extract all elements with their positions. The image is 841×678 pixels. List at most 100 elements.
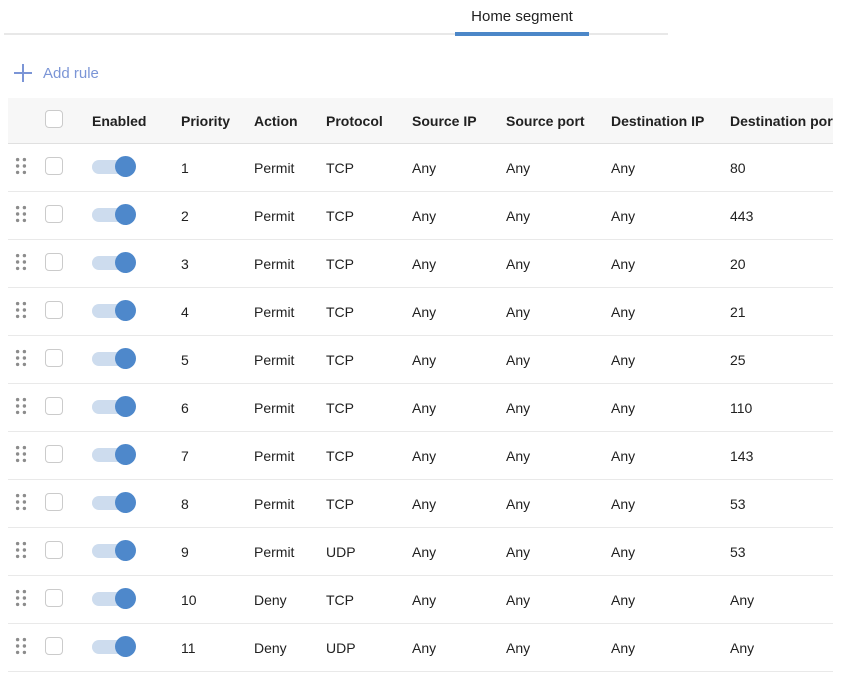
- cell-priority: 9: [173, 544, 246, 560]
- drag-handle-icon[interactable]: [15, 589, 27, 607]
- rules-table: Enabled Priority Action Protocol Source …: [8, 98, 833, 672]
- cell-action: Permit: [246, 544, 318, 560]
- cell-destination-port: 25: [722, 352, 833, 368]
- drag-handle-icon[interactable]: [15, 397, 27, 415]
- row-checkbox[interactable]: [45, 589, 63, 607]
- cell-destination-port: 53: [722, 496, 833, 512]
- cell-destination-ip: Any: [603, 544, 722, 560]
- table-row: 4 Permit TCP Any Any Any 21: [8, 288, 833, 336]
- row-checkbox[interactable]: [45, 397, 63, 415]
- enabled-toggle[interactable]: [92, 300, 136, 321]
- cell-source-port: Any: [498, 352, 603, 368]
- table-row: 7 Permit TCP Any Any Any 143: [8, 432, 833, 480]
- plus-icon: [14, 64, 32, 82]
- cell-destination-ip: Any: [603, 160, 722, 176]
- row-checkbox[interactable]: [45, 205, 63, 223]
- row-checkbox[interactable]: [45, 157, 63, 175]
- cell-destination-ip: Any: [603, 592, 722, 608]
- cell-source-port: Any: [498, 592, 603, 608]
- cell-source-port: Any: [498, 304, 603, 320]
- column-header-enabled: Enabled: [84, 113, 173, 129]
- enabled-toggle[interactable]: [92, 540, 136, 561]
- cell-priority: 3: [173, 256, 246, 272]
- add-rule-label: Add rule: [43, 65, 99, 82]
- drag-handle-icon[interactable]: [15, 541, 27, 559]
- table-row: 3 Permit TCP Any Any Any 20: [8, 240, 833, 288]
- tab-bar: Home segment: [0, 0, 841, 36]
- enabled-toggle[interactable]: [92, 348, 136, 369]
- cell-source-ip: Any: [404, 304, 498, 320]
- drag-handle-icon[interactable]: [15, 157, 27, 175]
- active-tab-indicator: [455, 32, 589, 36]
- table-row: 1 Permit TCP Any Any Any 80: [8, 144, 833, 192]
- cell-action: Deny: [246, 640, 318, 656]
- row-checkbox[interactable]: [45, 253, 63, 271]
- drag-handle-icon[interactable]: [15, 445, 27, 463]
- table-row: 5 Permit TCP Any Any Any 25: [8, 336, 833, 384]
- cell-source-port: Any: [498, 544, 603, 560]
- drag-handle-icon[interactable]: [15, 637, 27, 655]
- drag-handle-icon[interactable]: [15, 253, 27, 271]
- row-checkbox[interactable]: [45, 349, 63, 367]
- cell-destination-port: 20: [722, 256, 833, 272]
- cell-source-ip: Any: [404, 352, 498, 368]
- toggle-thumb: [115, 348, 136, 369]
- column-header-destination-ip: Destination IP: [603, 113, 722, 129]
- add-rule-button[interactable]: Add rule: [14, 60, 99, 86]
- cell-destination-port: 143: [722, 448, 833, 464]
- row-checkbox[interactable]: [45, 637, 63, 655]
- cell-destination-port: 443: [722, 208, 833, 224]
- cell-action: Permit: [246, 304, 318, 320]
- cell-protocol: TCP: [318, 208, 404, 224]
- toggle-thumb: [115, 636, 136, 657]
- cell-destination-ip: Any: [603, 208, 722, 224]
- toggle-thumb: [115, 540, 136, 561]
- drag-handle-icon[interactable]: [15, 349, 27, 367]
- enabled-toggle[interactable]: [92, 492, 136, 513]
- cell-priority: 8: [173, 496, 246, 512]
- row-checkbox[interactable]: [45, 445, 63, 463]
- column-header-destination-port: Destination port: [722, 113, 833, 129]
- column-header-action: Action: [246, 113, 318, 129]
- cell-action: Deny: [246, 592, 318, 608]
- cell-destination-ip: Any: [603, 496, 722, 512]
- enabled-toggle[interactable]: [92, 252, 136, 273]
- row-checkbox[interactable]: [45, 301, 63, 319]
- cell-source-port: Any: [498, 496, 603, 512]
- cell-source-ip: Any: [404, 256, 498, 272]
- cell-destination-port: 80: [722, 160, 833, 176]
- cell-destination-port: 53: [722, 544, 833, 560]
- enabled-toggle[interactable]: [92, 636, 136, 657]
- drag-handle-icon[interactable]: [15, 493, 27, 511]
- cell-source-port: Any: [498, 208, 603, 224]
- cell-source-ip: Any: [404, 448, 498, 464]
- cell-source-ip: Any: [404, 400, 498, 416]
- row-checkbox[interactable]: [45, 541, 63, 559]
- cell-priority: 7: [173, 448, 246, 464]
- cell-protocol: TCP: [318, 400, 404, 416]
- toggle-thumb: [115, 156, 136, 177]
- table-row: 11 Deny UDP Any Any Any Any: [8, 624, 833, 672]
- cell-action: Permit: [246, 448, 318, 464]
- drag-handle-icon[interactable]: [15, 301, 27, 319]
- enabled-toggle[interactable]: [92, 444, 136, 465]
- tab-home-segment[interactable]: Home segment: [455, 0, 589, 33]
- cell-action: Permit: [246, 496, 318, 512]
- cell-action: Permit: [246, 256, 318, 272]
- enabled-toggle[interactable]: [92, 396, 136, 417]
- cell-priority: 4: [173, 304, 246, 320]
- enabled-toggle[interactable]: [92, 204, 136, 225]
- cell-source-port: Any: [498, 448, 603, 464]
- table-header-row: Enabled Priority Action Protocol Source …: [8, 98, 833, 144]
- row-checkbox[interactable]: [45, 493, 63, 511]
- cell-protocol: UDP: [318, 640, 404, 656]
- enabled-toggle[interactable]: [92, 156, 136, 177]
- cell-protocol: TCP: [318, 448, 404, 464]
- enabled-toggle[interactable]: [92, 588, 136, 609]
- cell-destination-port: 110: [722, 400, 833, 416]
- drag-handle-icon[interactable]: [15, 205, 27, 223]
- toggle-thumb: [115, 444, 136, 465]
- cell-priority: 10: [173, 592, 246, 608]
- select-all-checkbox[interactable]: [45, 110, 63, 128]
- toggle-thumb: [115, 300, 136, 321]
